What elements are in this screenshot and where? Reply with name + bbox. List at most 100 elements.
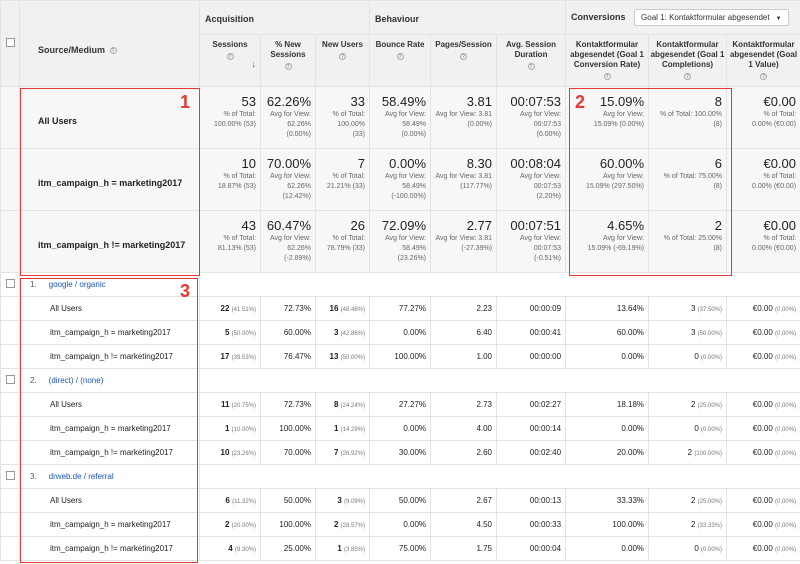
conversion-rate-cell: 60.00% <box>565 320 650 345</box>
help-icon[interactable]: ? <box>603 73 611 80</box>
sort-desc-icon[interactable]: ↓ <box>252 59 257 69</box>
source-medium-link[interactable]: drweb.de / referral <box>49 472 114 481</box>
totals-row: itm_campaign_h != marketing2017 43 % of To… <box>0 210 800 273</box>
goal-select-dropdown[interactable]: Goal 1: Kontaktformular abgesendet ▼ <box>634 9 789 26</box>
metric-comparison: % of Total: <box>223 235 256 242</box>
help-icon[interactable]: ? <box>527 63 535 70</box>
pages-session-cell: 2.73 <box>430 392 498 417</box>
help-icon[interactable]: ? <box>284 63 292 70</box>
new-users-cell-pct: (9.09%) <box>344 499 366 505</box>
metric-comparison: (8) <box>713 121 723 128</box>
sessions-cell: 11 (20.75%) <box>199 392 261 417</box>
table-row: All Users 22 (41.51%) 72.73% 16 (48.48%) 77.… <box>0 296 800 321</box>
pages-session-cell: 4.00 <box>430 416 498 441</box>
source-medium-link[interactable]: google / organic <box>49 280 106 289</box>
metric-cell: 70.00% Avg for View: 62.26% (12.42%) <box>260 148 316 211</box>
bounce-rate-cell: 75.00% <box>369 536 432 561</box>
column-header-avg-session-duration[interactable]: Avg. Session Duration? <box>496 34 567 87</box>
metric-comparison: Avg for View: <box>603 173 645 180</box>
metric-comparison: (0.00%) <box>401 131 427 138</box>
bounce-rate-cell: 0.00% <box>369 416 432 441</box>
value-cell-value: €0.00 <box>752 400 773 409</box>
column-header-bounce-rate[interactable]: Bounce Rate? <box>369 34 432 87</box>
completions-cell: 2 (25.00%) <box>648 392 728 417</box>
sessions-cell-pct: (50.00%) <box>231 331 256 337</box>
help-icon[interactable]: ? <box>460 53 468 60</box>
column-header-new-sessions[interactable]: % New Sessions? <box>260 34 316 87</box>
metric-cell: 7 % of Total: 21.21% (33) <box>314 148 371 211</box>
completions-cell-value: 0 <box>694 424 699 433</box>
segment-label: itm_campaign_h = marketing2017 <box>19 512 200 537</box>
empty-cell <box>0 512 20 537</box>
completions-cell-value: 2 <box>690 496 696 505</box>
value-cell-value: €0.00 <box>752 304 773 313</box>
metric-comparison: 58.49% <box>402 245 427 252</box>
pages-session-cell: 2.23 <box>430 296 498 321</box>
column-header-label: Kontaktformular abgesendet (Goal 1 Compl… <box>650 40 725 69</box>
completions-cell: 2 (25.00%) <box>648 488 728 513</box>
metric-comparison: % of Total: 75.00% <box>663 173 723 180</box>
metric-comparison: (0.00%) <box>536 131 562 138</box>
column-header-sessions[interactable]: Sessions? ↓ <box>199 34 261 87</box>
column-header-pages-session[interactable]: Pages/Session? <box>430 34 498 87</box>
duration-cell: 00:00:09 <box>496 296 567 321</box>
new-users-cell-value: 3 <box>333 328 339 337</box>
metric-cell: 00:08:04 Avg for View: 00:07:53 (2.20%) <box>496 148 567 211</box>
sessions-cell-value: 2 <box>224 520 230 529</box>
select-all-checkbox[interactable] <box>5 38 15 47</box>
row-checkbox[interactable] <box>5 375 15 384</box>
help-icon[interactable]: ? <box>339 53 346 60</box>
sessions-cell-pct: (23.26%) <box>231 451 256 457</box>
bounce-rate-cell: 77.27% <box>369 296 432 321</box>
help-icon[interactable]: ? <box>109 47 117 55</box>
completions-cell-pct: (100.00%) <box>694 451 723 457</box>
help-icon[interactable]: ? <box>684 73 692 80</box>
metric-value: 72.09% <box>381 218 427 233</box>
sessions-cell-value: 11 <box>220 400 230 409</box>
metric-comparison: Avg for View: <box>603 235 645 242</box>
bounce-rate-cell: 30.00% <box>369 440 432 465</box>
empty-cell <box>0 488 20 513</box>
row-checkbox[interactable] <box>5 279 15 288</box>
column-header-new-users[interactable]: New Users? <box>314 34 371 87</box>
new-users-cell: 3 (42.86%) <box>314 320 371 345</box>
help-icon[interactable]: ? <box>760 73 768 80</box>
metric-value: 2 <box>714 218 723 233</box>
metric-cell: 10 % of Total: 18.87% (53) <box>199 148 261 211</box>
new-users-cell-pct: (26.92%) <box>340 451 366 457</box>
row-checkbox[interactable] <box>5 471 15 480</box>
column-header-goal1-conversion-rate[interactable]: Kontaktformular abgesendet (Goal 1 Conve… <box>565 34 650 87</box>
conversion-rate-cell: 100.00% <box>565 512 650 537</box>
sessions-cell-pct: (41.51%) <box>231 307 256 313</box>
metric-value: 33 <box>350 94 366 109</box>
source-medium-header[interactable]: Source/Medium ? <box>19 0 200 87</box>
new-sessions-cell: 72.73% <box>260 296 316 321</box>
pages-session-cell: 1.00 <box>430 344 498 369</box>
new-users-cell: 16 (48.48%) <box>314 296 371 321</box>
help-icon[interactable]: ? <box>226 53 234 60</box>
help-icon[interactable]: ? <box>396 53 404 60</box>
metric-comparison: 21.21% (33) <box>326 183 366 190</box>
metric-comparison: 15.09% (0.00%) <box>593 121 645 128</box>
metric-comparison: % of Total: <box>763 111 797 118</box>
metric-comparison: 100.00% (53) <box>213 121 256 128</box>
metric-cell: 6 % of Total: 75.00% (8) <box>648 148 728 211</box>
metric-comparison: Avg for View: 3.81 <box>435 173 493 180</box>
source-medium-link[interactable]: (direct) / (none) <box>49 376 104 385</box>
column-header-goal1-value[interactable]: Kontaktformular abgesendet (Goal 1 Value… <box>726 34 800 87</box>
metric-value: 00:07:53 <box>510 94 562 109</box>
empty-cell <box>0 296 20 321</box>
metric-comparison: % of Total: 100.00% <box>659 111 723 118</box>
duration-cell: 00:02:27 <box>496 392 567 417</box>
value-cell-value: €0.00 <box>752 352 773 361</box>
metric-cell: 4.65% Avg for View: 15.09% (-69.19%) <box>565 210 650 273</box>
sessions-cell-pct: (10.00%) <box>231 427 256 433</box>
pages-session-cell: 2.67 <box>430 488 498 513</box>
metric-value: 26 <box>350 218 366 233</box>
new-users-cell-value: 16 <box>329 304 339 313</box>
metric-comparison: 81.13% (53) <box>217 245 256 252</box>
conversion-rate-cell: 0.00% <box>565 416 650 441</box>
completions-cell-value: 3 <box>690 328 696 337</box>
completions-cell-pct: (25.00%) <box>697 499 723 505</box>
column-header-goal1-completions[interactable]: Kontaktformular abgesendet (Goal 1 Compl… <box>648 34 728 87</box>
